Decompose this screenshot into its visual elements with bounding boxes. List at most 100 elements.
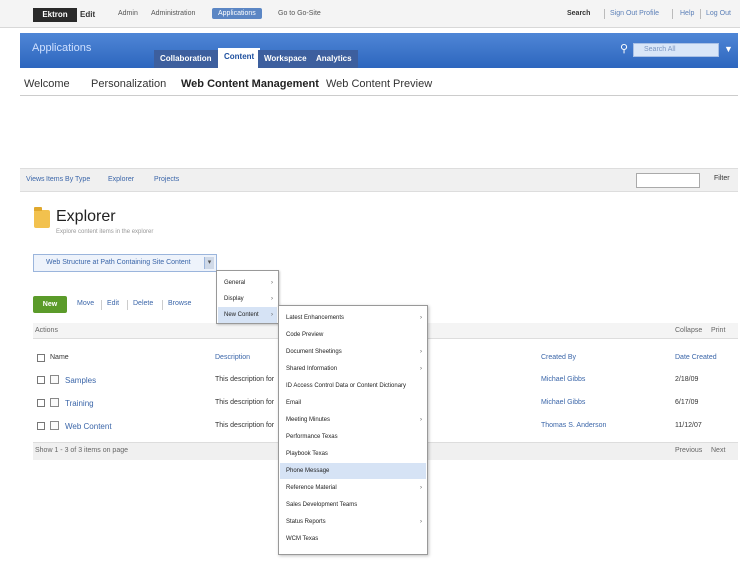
profile-link[interactable]: Sign Out Profile [610,10,659,17]
search-input[interactable]: Search All [633,43,719,57]
logo-subtitle: Edit [80,10,96,19]
column-header-date[interactable]: Date Created [675,354,717,361]
toplink-applications[interactable]: Applications [212,8,262,19]
chevron-down-icon[interactable]: ▾ [204,257,214,269]
submenu-item[interactable]: WCM Texas [280,531,426,547]
breadcrumb-item[interactable]: Projects [154,176,179,183]
submenu-item[interactable]: Meeting Minutes › [280,412,426,428]
subnav-web-content-preview[interactable]: Web Content Preview [326,78,432,90]
submenu-item[interactable]: Latest Enhancements › [280,310,426,326]
chevron-right-icon: › [271,280,273,286]
column-header-name[interactable]: Name [50,354,69,361]
browse-button[interactable]: Browse [168,300,191,307]
submenu-item[interactable]: Code Preview [280,327,426,343]
chevron-right-icon: › [271,312,273,318]
filter-button[interactable]: Filter [714,175,730,182]
toplink-go-to-site[interactable]: Go to Go-Site [278,10,321,17]
folder-icon [50,398,59,407]
app-navbar: Applications Collaboration Content Works… [20,33,738,68]
edit-button[interactable]: Edit [107,300,119,307]
delete-button[interactable]: Delete [133,300,153,307]
submenu-item[interactable]: ID Access Control Data or Content Dictio… [280,378,426,394]
menu-item-general[interactable]: General › [218,275,277,291]
checkbox[interactable] [37,354,45,362]
row-description: This description for [215,399,275,406]
row-date: 11/12/07 [675,422,702,429]
menu-item-label: Shared Information [286,366,338,372]
submenu-item[interactable]: Shared Information › [280,361,426,377]
new-button[interactable]: New [33,296,67,313]
previous-link[interactable]: Previous [675,447,702,454]
folder-icon [34,207,50,228]
row-created-by[interactable]: Michael Gibbs [541,399,585,406]
logo: Ektron [33,8,77,22]
collapse-link[interactable]: Collapse [675,327,702,334]
menu-item-label: General [224,280,246,286]
menu-item-label: Playbook Texas [286,451,328,457]
pagination-summary: Show 1 - 3 of 3 items on page [35,447,128,454]
submenu-item[interactable]: Document Sheetings › [280,344,426,360]
menu-item-new-content[interactable]: New Content › [218,307,277,323]
app-title: Applications [32,42,92,54]
tab-analytics[interactable]: Analytics [310,50,358,68]
divider [101,300,102,310]
menu-item-display[interactable]: Display › [218,291,277,307]
row-description: This description for [215,376,275,383]
row-name[interactable]: Web Content [65,422,112,431]
checkbox[interactable] [37,422,45,430]
next-link[interactable]: Next [711,447,725,454]
tab-collaboration[interactable]: Collaboration [154,50,218,68]
row-created-by[interactable]: Michael Gibbs [541,376,585,383]
tab-content[interactable]: Content [218,48,261,68]
logout-link[interactable]: Log Out [706,10,731,17]
row-name[interactable]: Samples [65,376,96,385]
filter-input[interactable] [636,173,700,188]
column-header-created-by[interactable]: Created By [541,354,576,361]
chevron-right-icon: › [420,366,422,372]
subnav-welcome[interactable]: Welcome [24,78,70,90]
submenu-item[interactable]: Reference Material › [280,480,426,496]
toplink-admin[interactable]: Admin [118,10,138,17]
row-name[interactable]: Training [65,399,94,408]
submenu-item[interactable]: Performance Texas [280,429,426,445]
row-created-by[interactable]: Thomas S. Anderson [541,422,606,429]
menu-item-label: Meeting Minutes [286,417,331,423]
divider [604,9,605,19]
view-selector[interactable]: Web Structure at Path Containing Site Co… [33,254,217,272]
checkbox[interactable] [37,399,45,407]
view-selector-label: Web Structure at Path Containing Site Co… [46,259,191,266]
submenu-item[interactable]: Status Reports › [280,514,426,530]
submenu-item[interactable]: Playbook Texas [280,446,426,462]
breadcrumb-item[interactable]: Explorer [108,176,134,183]
search-icon[interactable]: ⚲ [620,42,628,55]
chevron-right-icon: › [271,296,273,302]
page-title: Explorer [56,208,116,225]
page-description: Explore content items in the explorer [56,229,154,235]
submenu-item[interactable]: Email [280,395,426,411]
submenu-item[interactable]: Sales Development Teams [280,497,426,513]
chevron-right-icon: › [420,519,422,525]
checkbox[interactable] [37,376,45,384]
header-actions: Actions [35,327,58,334]
toplink-administration[interactable]: Administration [151,10,195,17]
breadcrumb-item[interactable]: Items By Type [46,176,90,183]
breadcrumb-item[interactable]: Views [26,176,45,183]
menu-item-label: ID Access Control Data or Content Dictio… [286,383,407,389]
submenu-item-highlighted[interactable]: Phone Message [280,463,426,479]
top-bar: Ektron Edit Admin Administration Applica… [0,0,740,28]
chevron-down-icon[interactable]: ▼ [724,44,733,54]
move-button[interactable]: Move [77,300,94,307]
tab-workspace[interactable]: Workspace [258,50,313,68]
print-link[interactable]: Print [711,327,725,334]
chevron-right-icon: › [420,417,422,423]
folder-icon [50,421,59,430]
subnav-web-content-management[interactable]: Web Content Management [181,78,319,90]
chevron-right-icon: › [420,349,422,355]
subnav-personalization[interactable]: Personalization [91,78,166,90]
menu-item-label: Code Preview [286,332,324,338]
menu-item-label: Reference Material [286,485,337,491]
sub-navigation: Welcome Personalization Web Content Mana… [20,72,738,96]
help-link[interactable]: Help [680,10,694,17]
menu-item-label: Document Sheetings [286,349,342,355]
column-header-description[interactable]: Description [215,354,250,361]
